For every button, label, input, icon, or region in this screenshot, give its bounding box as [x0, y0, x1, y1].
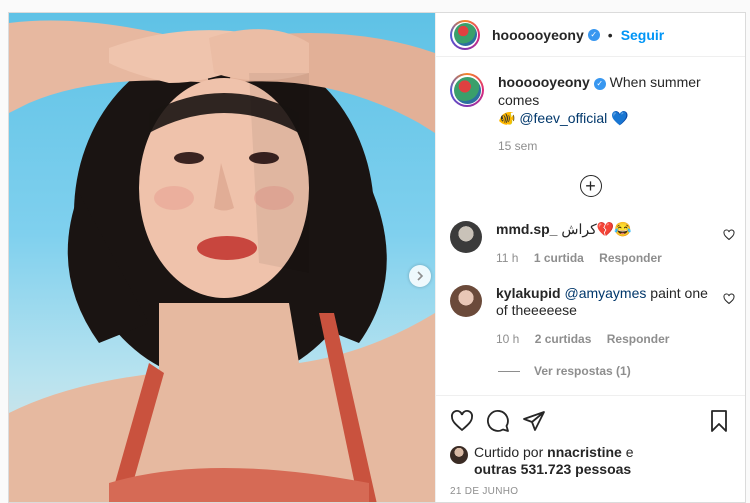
reply-button[interactable]: Responder: [599, 251, 662, 265]
comment-likes[interactable]: 2 curtidas: [535, 332, 592, 346]
view-replies-label: Ver respostas (1): [534, 364, 631, 378]
caption-age[interactable]: 15 sem: [498, 139, 731, 153]
reply-button[interactable]: Responder: [607, 332, 670, 346]
like-comment-heart-icon[interactable]: [723, 293, 735, 305]
verified-badge-icon: ✓: [593, 78, 606, 90]
likes-summary: Curtido por nnacristine e outras 531.723…: [450, 444, 731, 478]
follow-button[interactable]: Seguir: [621, 27, 665, 43]
comment-username[interactable]: mmd.sp_: [496, 221, 557, 237]
author-avatar[interactable]: [450, 19, 480, 50]
post-sidebar: hoooooyeony ✓ • Seguir hoooooyeony ✓ When…: [435, 13, 745, 502]
caption-emoji: 🐠: [498, 110, 516, 126]
comment-username[interactable]: kylakupid: [496, 285, 561, 301]
post-header: hoooooyeony ✓ • Seguir: [436, 13, 745, 57]
comment-text: كراش💔😂: [561, 221, 632, 237]
likes-others[interactable]: outras 531.723 pessoas: [474, 461, 631, 477]
comment-mention[interactable]: @amyaymes: [564, 285, 646, 301]
verified-badge-icon: ✓: [587, 28, 600, 41]
plus-circle-icon: +: [585, 176, 596, 196]
view-replies-button[interactable]: Ver respostas (1): [436, 364, 745, 378]
comment-item: kylakupid @amyaymes paint one of theeeee…: [436, 285, 745, 348]
comment-item: mmd.sp_ كراش💔😂 11 h 1 curtida Responder: [436, 221, 745, 267]
caption-username[interactable]: hoooooyeony: [498, 74, 590, 90]
likes-conj: e: [625, 444, 634, 460]
liker-username[interactable]: nnacristine: [547, 444, 622, 460]
liker-avatar[interactable]: [450, 446, 468, 464]
post-caption: hoooooyeony ✓ When summer comes 🐠 @feev_o…: [436, 57, 745, 153]
likes-prefix: Curtido por: [474, 444, 544, 460]
author-username[interactable]: hoooooyeony: [492, 27, 584, 43]
portrait-photo: [9, 20, 435, 502]
caption-avatar[interactable]: [450, 73, 484, 107]
like-comment-heart-icon[interactable]: [723, 229, 735, 241]
comment-bubble-icon[interactable]: [486, 409, 510, 433]
comment-avatar[interactable]: [450, 285, 482, 317]
instagram-post: hoooooyeony ✓ • Seguir hoooooyeony ✓ When…: [8, 12, 746, 503]
like-heart-icon[interactable]: [450, 409, 474, 433]
caption-heart-emoji: 💙: [611, 110, 629, 126]
share-send-icon[interactable]: [522, 409, 546, 433]
post-actions: Curtido por nnacristine e outras 531.723…: [436, 395, 745, 497]
post-date[interactable]: 21 DE JUNHO: [450, 486, 731, 497]
caption-mention[interactable]: @feev_official: [519, 110, 607, 126]
chevron-right-icon: [417, 271, 424, 281]
post-photo[interactable]: [9, 13, 435, 502]
load-more-comments-button[interactable]: +: [579, 175, 602, 197]
bookmark-icon[interactable]: [707, 409, 731, 433]
next-photo-button[interactable]: [409, 265, 431, 287]
comment-likes[interactable]: 1 curtida: [534, 251, 584, 265]
comment-time[interactable]: 10 h: [496, 332, 519, 346]
divider-line: [498, 370, 520, 372]
separator-dot: •: [607, 26, 613, 43]
comment-avatar[interactable]: [450, 221, 482, 253]
comment-time[interactable]: 11 h: [496, 251, 518, 265]
